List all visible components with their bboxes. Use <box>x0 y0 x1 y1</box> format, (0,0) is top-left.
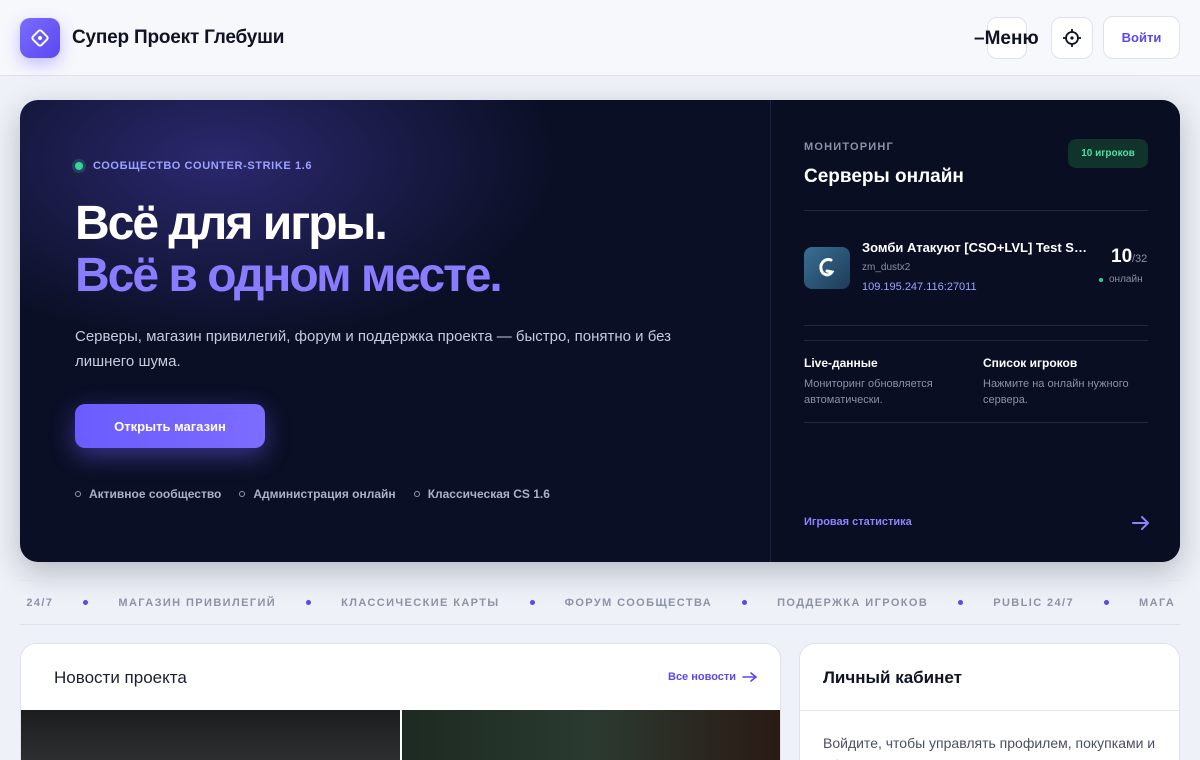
server-online-text: онлайн <box>1109 274 1143 285</box>
crosshair-icon <box>1063 29 1081 47</box>
ring-bullet-icon <box>75 491 81 497</box>
feature-item: Администрация онлайн <box>239 487 396 501</box>
ticker-dot-icon <box>83 600 89 605</box>
online-dot-icon <box>1099 277 1103 282</box>
monitoring-title: Серверы онлайн <box>804 166 964 187</box>
feature-item: Классическая CS 1.6 <box>413 487 550 501</box>
ticker-item: МАГА <box>1139 596 1176 609</box>
ticker-item: LIC 24/7 <box>20 596 54 609</box>
hero-section: СООБЩЕСТВО COUNTER-STRIKE 1.6 Всё для иг… <box>20 100 1180 562</box>
hero-headline-accent: Всё в одном месте. <box>75 249 503 302</box>
ticker-item: ПОДДЕРЖКА ИГРОКОВ <box>777 596 929 609</box>
info-players-list: Список игроков Нажмите на онлайн нужного… <box>983 356 1153 408</box>
divider <box>800 710 1179 711</box>
brand-name[interactable]: Супер Проект Глебуши <box>72 27 284 49</box>
ticker-item: КЛАССИЧЕСКИЕ КАРТЫ <box>341 596 500 609</box>
news-card: Новости проекта Все новости <box>20 643 781 760</box>
ticker-dot-icon <box>306 600 312 605</box>
info-text: Мониторинг обновляется автоматически. <box>804 378 933 406</box>
all-news-link[interactable]: Все новости <box>668 671 758 683</box>
hero-eyebrow: СООБЩЕСТВО COUNTER-STRIKE 1.6 <box>75 160 312 172</box>
logo[interactable] <box>20 18 60 58</box>
ticker-item: МАГАЗИН ПРИВИЛЕГИЙ <box>118 596 277 609</box>
feature-label: Классическая CS 1.6 <box>427 487 550 501</box>
info-title: Список игроков <box>983 356 1078 370</box>
crosshair-button[interactable] <box>1051 17 1093 59</box>
hero-intro: СООБЩЕСТВО COUNTER-STRIKE 1.6 Всё для иг… <box>20 100 770 562</box>
marquee-ticker: LIC 24/7 МАГАЗИН ПРИВИЛЕГИЙ КЛАССИЧЕСКИЕ… <box>20 580 1180 625</box>
hero-eyebrow-text: СООБЩЕСТВО COUNTER-STRIKE 1.6 <box>93 160 313 172</box>
info-live-data: Live-данные Мониторинг обновляется автом… <box>804 356 974 408</box>
menu-label[interactable]: –Меню <box>974 28 1039 50</box>
news-thumbnail[interactable] <box>21 710 400 760</box>
server-map: zm_dustx2 <box>862 262 911 273</box>
divider <box>804 210 1148 211</box>
monitoring-label: МОНИТОРИНГ <box>804 141 894 153</box>
ticker-item: ФОРУМ СООБЩЕСТВА <box>564 596 713 609</box>
ticker-dot-icon <box>529 600 535 605</box>
feature-label: Активное сообщество <box>89 487 222 501</box>
monitoring-panel: МОНИТОРИНГ Серверы онлайн 10 игроков Зом… <box>770 100 1180 562</box>
server-ip[interactable]: 109.195.247.116:27011 <box>862 281 977 293</box>
server-online-status[interactable]: онлайн <box>1099 274 1143 285</box>
game-stats-link[interactable]: Игровая статистика <box>804 516 912 528</box>
all-news-text: Все новости <box>668 671 737 683</box>
cso-logo-icon <box>819 258 835 277</box>
login-button[interactable]: Войти <box>1103 16 1180 59</box>
divider <box>804 422 1148 423</box>
open-shop-button[interactable]: Открыть магазин <box>75 404 265 448</box>
account-text: Войдите, чтобы управлять профилем, покуп… <box>823 735 1156 760</box>
ticker-track: LIC 24/7 МАГАЗИН ПРИВИЛЕГИЙ КЛАССИЧЕСКИЕ… <box>20 581 1175 624</box>
hero-features: Активное сообщество Администрация онлайн… <box>75 487 550 501</box>
server-game-icon <box>804 247 850 289</box>
ticker-dot-icon <box>1104 600 1110 605</box>
live-dot-icon <box>75 162 83 170</box>
feature-item: Активное сообщество <box>75 487 221 501</box>
arrow-right-icon <box>742 672 757 682</box>
menu-dash-icon: – <box>974 28 985 49</box>
feature-label: Администрация онлайн <box>253 487 396 501</box>
info-text: Нажмите на онлайн нужного сервера. <box>983 378 1129 406</box>
account-title: Личный кабинет <box>823 668 962 687</box>
ring-bullet-icon <box>239 491 246 497</box>
server-players-max: /32 <box>1132 253 1148 265</box>
server-name[interactable]: Зомби Атакуют [CSO+LVL] Test Server <box>862 240 1092 255</box>
news-thumbnail[interactable] <box>402 710 780 760</box>
account-card: Личный кабинет Войдите, чтобы управлять … <box>799 643 1180 760</box>
diamond-logo-icon <box>31 29 49 47</box>
news-title: Новости проекта <box>54 668 187 687</box>
ticker-dot-icon <box>958 600 964 605</box>
ring-bullet-icon <box>413 491 420 497</box>
players-count-badge: 10 игроков <box>1068 139 1148 168</box>
arrow-right-icon[interactable] <box>1131 514 1151 532</box>
info-title: Live-данные <box>804 356 878 370</box>
divider <box>804 325 1148 326</box>
hero-headline-primary: Всё для игры. <box>75 197 388 250</box>
menu-label-text: Меню <box>984 28 1039 49</box>
divider <box>804 340 1148 341</box>
hero-description: Серверы, магазин привилегий, форум и под… <box>75 328 672 370</box>
site-header: Супер Проект Глебуши –Меню Войти <box>0 0 1200 76</box>
server-players-count[interactable]: 10 <box>1111 246 1132 268</box>
ticker-dot-icon <box>742 600 748 605</box>
ticker-item: PUBLIC 24/7 <box>993 596 1075 609</box>
